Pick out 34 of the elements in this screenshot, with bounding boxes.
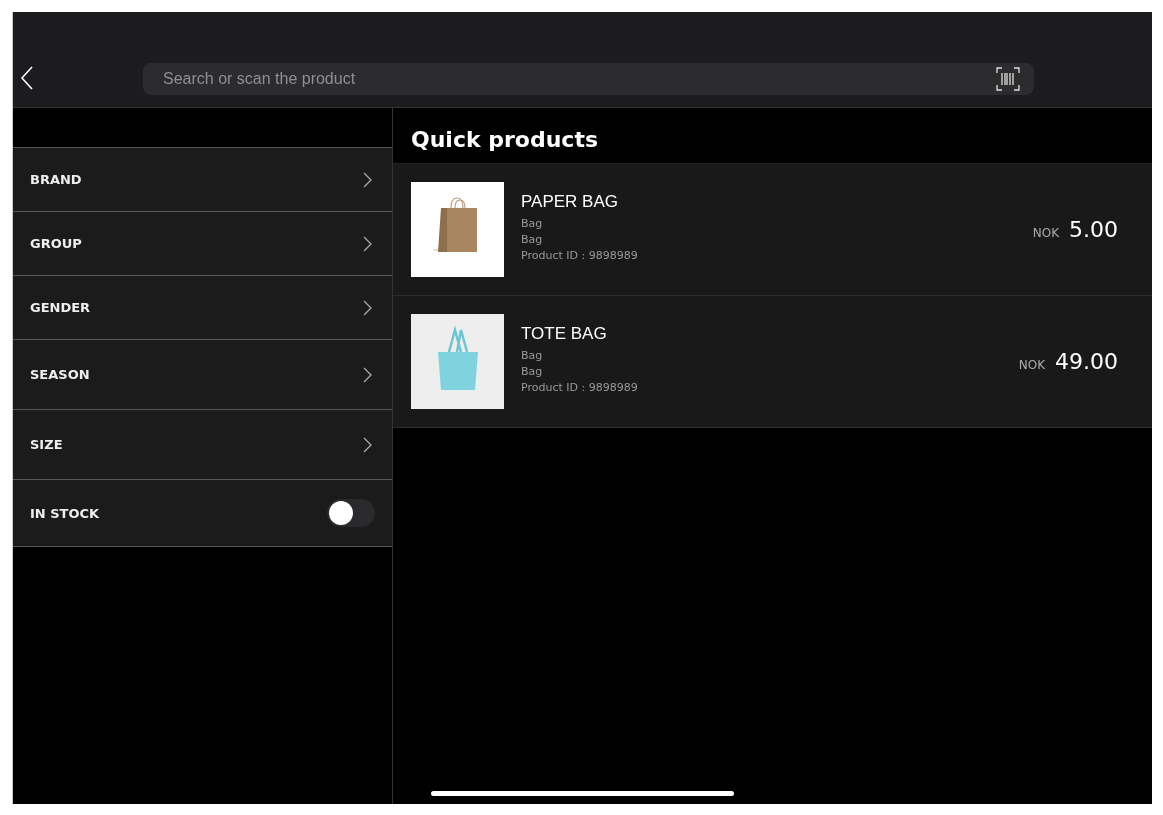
currency-label: NOK	[1032, 226, 1059, 240]
filter-item[interactable]: GROUP	[13, 212, 392, 276]
barcode-scan-icon[interactable]	[996, 67, 1020, 91]
toggle-switch[interactable]	[327, 499, 375, 527]
product-group: Bag	[521, 232, 1033, 246]
filter-label: GENDER	[30, 300, 91, 315]
filter-label: GROUP	[30, 236, 82, 251]
chevron-right-icon	[363, 171, 372, 188]
price: 5.00	[1069, 217, 1118, 242]
filter-row[interactable]: IN STOCK	[13, 480, 392, 547]
product-id: Product ID : 9898989	[521, 380, 639, 394]
product-row[interactable]: PAPER BAG Bag Bag Product ID : 9898989 NOK 5.00	[393, 164, 1152, 296]
product-name: PAPER BAG	[521, 191, 619, 212]
filter-item[interactable]: SIZE	[13, 410, 392, 480]
product-id: Product ID : 9898989	[521, 248, 639, 262]
chevron-right-icon	[363, 299, 372, 316]
price: 49.00	[1055, 349, 1118, 374]
product-row[interactable]: TOTE BAG Bag Bag Product ID : 9898989 NOK 49.00	[393, 296, 1152, 428]
filter-label: SIZE	[30, 437, 63, 452]
chevron-right-icon	[363, 366, 372, 383]
filter-item[interactable]: GENDER	[13, 276, 392, 340]
product-category: Bag	[521, 348, 544, 362]
search-field[interactable]: Search or scan the product	[143, 63, 1034, 95]
filter-label: SEASON	[30, 367, 90, 382]
product-group: Bag	[521, 364, 1019, 378]
filter-item[interactable]: BRAND	[13, 148, 392, 212]
filter-label: IN STOCK	[30, 505, 100, 521]
chevron-right-icon	[363, 235, 372, 252]
currency-label: NOK	[1018, 358, 1045, 372]
product-name: TOTE BAG	[521, 323, 608, 344]
filter-label: BRAND	[30, 172, 82, 187]
filter-item[interactable]: SEASON	[13, 340, 392, 410]
chevron-right-icon	[363, 436, 372, 453]
product-category: Bag	[521, 216, 544, 230]
